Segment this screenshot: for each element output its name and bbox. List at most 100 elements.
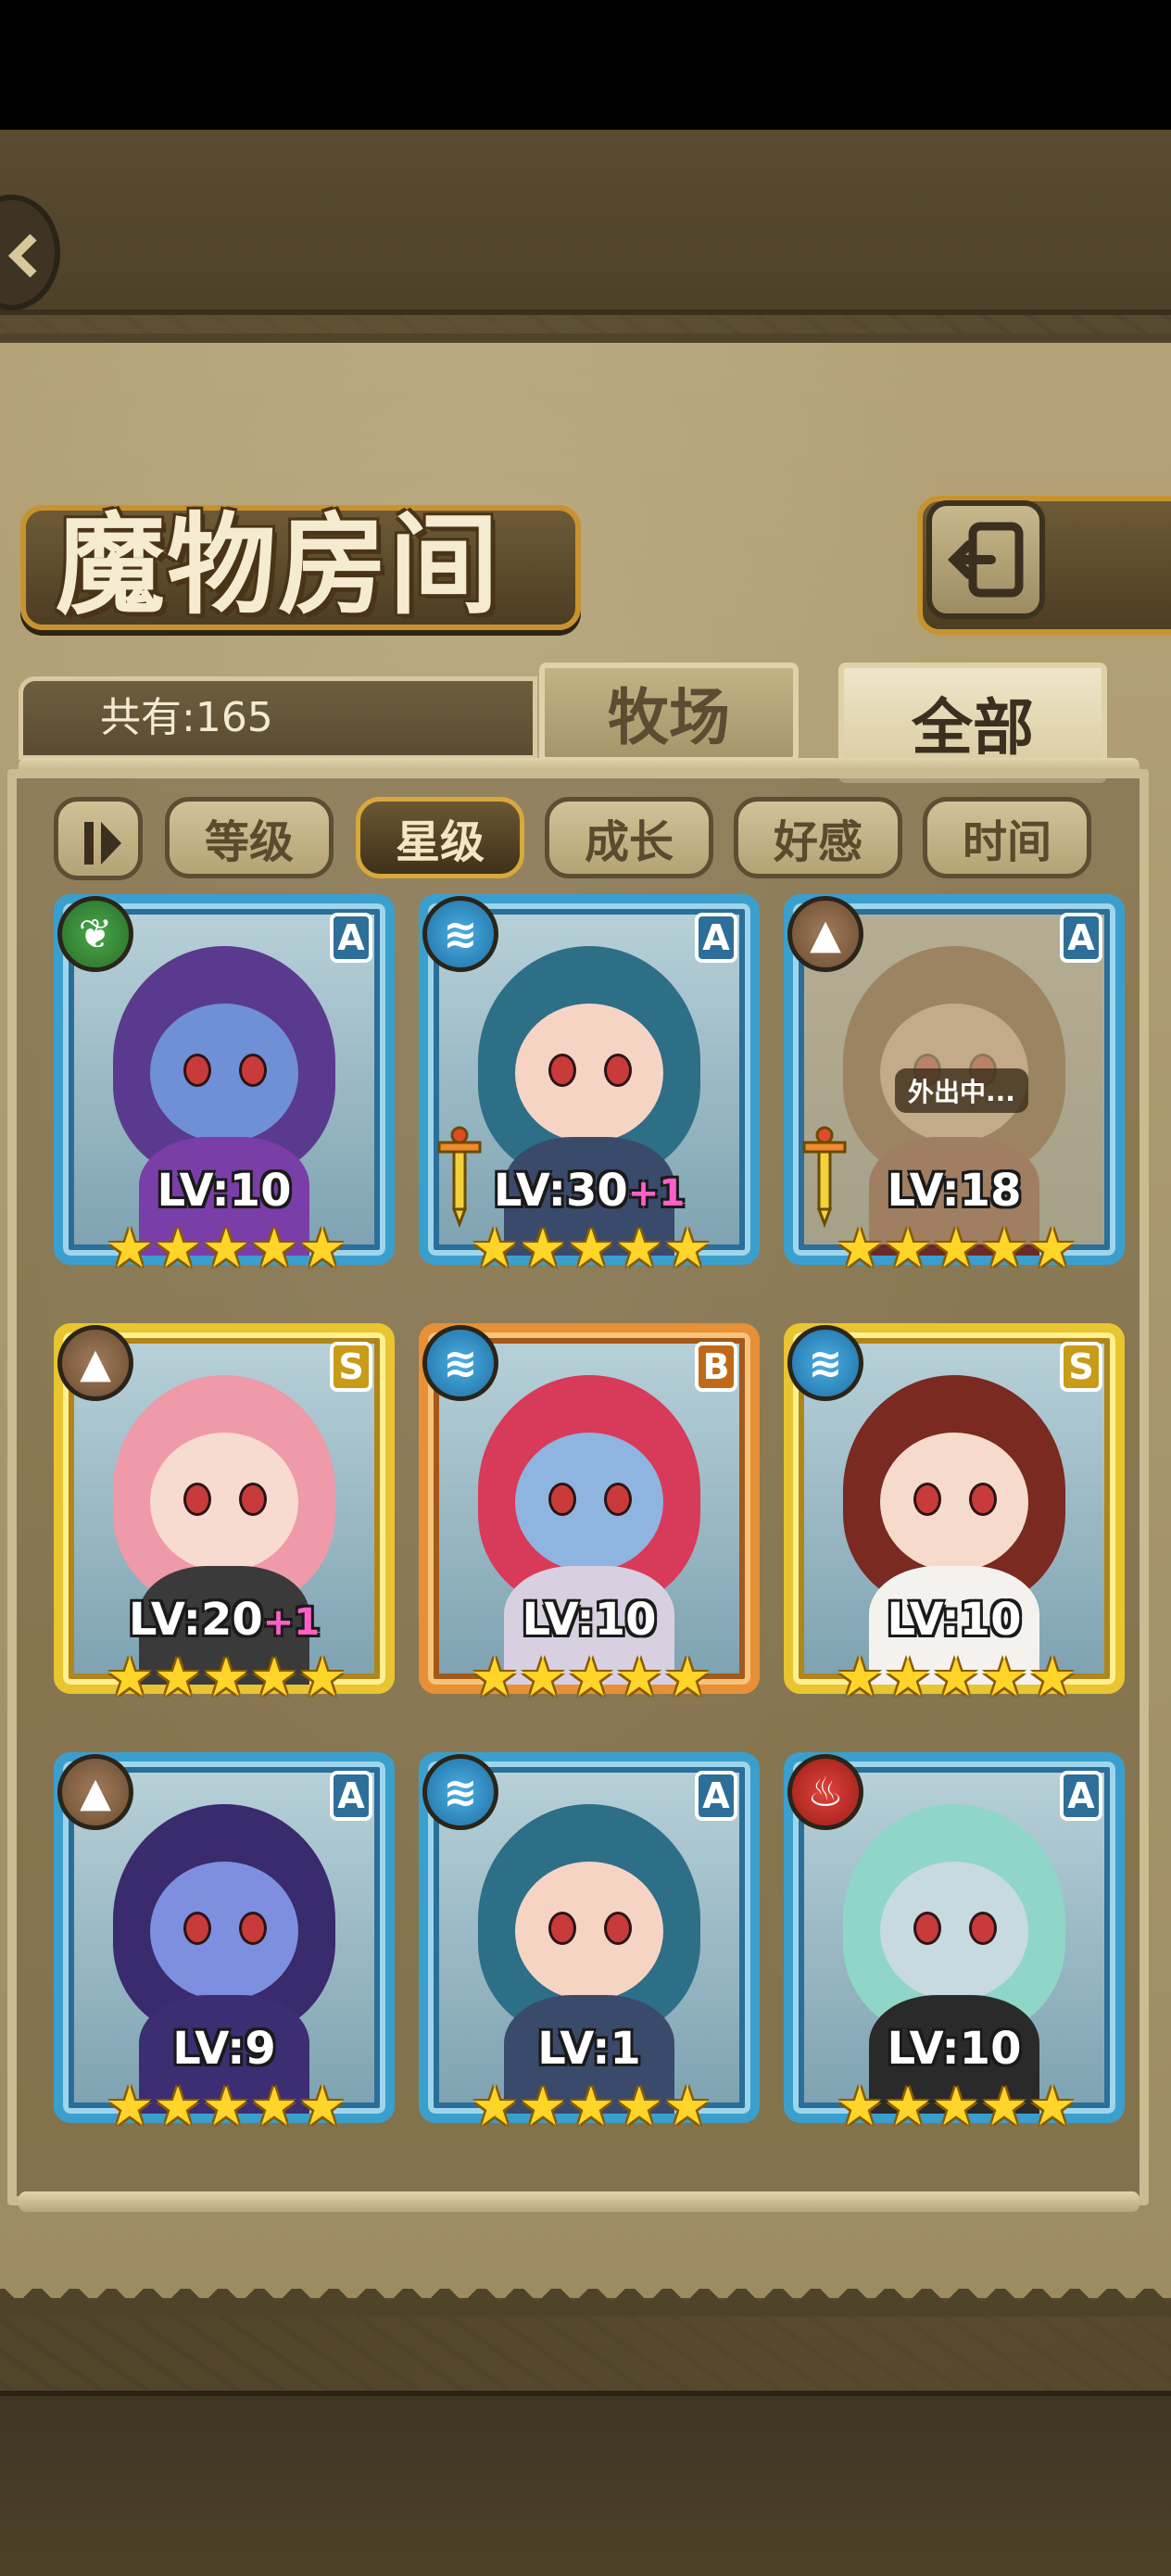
portrait-face <box>880 1862 1028 2001</box>
portrait-face <box>150 1862 298 2001</box>
level-bonus: +1 <box>262 1601 321 1644</box>
rank-badge: B <box>695 1342 737 1392</box>
portrait-eye <box>548 1912 576 1945</box>
sort-growth-button[interactable]: 成长 <box>545 797 713 878</box>
sort-time-button[interactable]: 时间 <box>923 797 1091 878</box>
level-value: LV:18 <box>887 1165 1022 1217</box>
sort-order-icon <box>84 822 121 865</box>
monster-card[interactable]: ❦ A LV:10 ★★★★★ <box>54 894 395 1293</box>
monster-card[interactable]: ≋ A LV:1 ★★★★★ <box>419 1752 760 2151</box>
portrait-eye <box>548 1483 576 1516</box>
away-status: 外出中... <box>895 1068 1028 1113</box>
monster-card[interactable]: ≋ B LV:10 ★★★★★ <box>419 1323 760 1722</box>
level-value: LV:20 <box>128 1594 263 1646</box>
star-rating: ★★★★★ <box>836 1646 1077 1709</box>
star-rating: ★★★★★ <box>106 1646 346 1709</box>
panel-zigzag-bottom <box>0 2289 1171 2317</box>
sort-affection-button[interactable]: 好感 <box>734 797 902 878</box>
sort-level-button[interactable]: 等级 <box>165 797 334 878</box>
portrait-eye <box>183 1912 211 1945</box>
portrait-eye <box>969 1912 997 1945</box>
monster-level: LV:10 <box>54 1165 395 1217</box>
page-title: 魔物房间 <box>56 501 501 629</box>
portrait-face <box>150 1004 298 1143</box>
monster-level: LV:30+1 <box>419 1165 760 1217</box>
rank-badge: A <box>330 1771 372 1821</box>
portrait-face <box>515 1004 663 1143</box>
portrait-face <box>515 1433 663 1572</box>
tab-farm[interactable]: 牧场 <box>539 663 799 763</box>
water-icon: ≋ <box>787 1325 863 1401</box>
portrait-eye <box>913 1912 941 1945</box>
bottom-dark-strip <box>0 2391 1171 2576</box>
monster-level: LV:10 <box>419 1594 760 1646</box>
rank-badge: A <box>1060 913 1102 963</box>
star-rating: ★★★★★ <box>471 1217 711 1280</box>
portrait-eye <box>239 1912 267 1945</box>
monster-level: LV:1 <box>419 2023 760 2075</box>
water-icon: ≋ <box>422 1754 498 1830</box>
level-value: LV:10 <box>887 1594 1022 1646</box>
portrait-eye <box>183 1483 211 1516</box>
level-value: LV:9 <box>172 2023 276 2075</box>
sort-order-toggle[interactable] <box>54 797 143 880</box>
exit-button[interactable] <box>926 500 1045 619</box>
level-value: LV:10 <box>157 1165 292 1217</box>
portrait-eye <box>604 1054 632 1087</box>
rank-badge: S <box>330 1342 372 1392</box>
monster-card[interactable]: ♨ A LV:10 ★★★★★ <box>784 1752 1125 2151</box>
rank-badge: A <box>330 913 372 963</box>
nature-icon: ❦ <box>57 896 133 972</box>
star-rating: ★★★★★ <box>106 1217 346 1280</box>
star-rating: ★★★★★ <box>836 1217 1077 1280</box>
earth-icon: ▲ <box>787 896 863 972</box>
portrait-face <box>515 1862 663 2001</box>
top-black-bar <box>0 0 1171 130</box>
level-value: LV:1 <box>537 2023 641 2075</box>
frame-rail-bottom <box>19 2191 1140 2212</box>
monster-count: 共有:165 <box>100 694 273 741</box>
portrait-eye <box>604 1912 632 1945</box>
earth-icon: ▲ <box>57 1754 133 1830</box>
monster-card[interactable]: ▲ S LV:20+1 ★★★★★ <box>54 1323 395 1722</box>
monster-card[interactable]: ▲ A LV:9 ★★★★★ <box>54 1752 395 2151</box>
level-bonus: +1 <box>627 1172 686 1215</box>
rank-badge: S <box>1060 1342 1102 1392</box>
portrait-eye <box>239 1483 267 1516</box>
portrait-eye <box>969 1483 997 1516</box>
star-rating: ★★★★★ <box>836 2075 1077 2138</box>
exit-icon <box>947 522 1024 598</box>
portrait-eye <box>913 1483 941 1516</box>
rank-badge: A <box>695 913 737 963</box>
level-value: LV:10 <box>522 1594 657 1646</box>
monster-level: LV:10 <box>784 2023 1125 2075</box>
portrait-eye <box>548 1054 576 1087</box>
monster-level: LV:9 <box>54 2023 395 2075</box>
portrait-eye <box>239 1054 267 1087</box>
level-value: LV:10 <box>887 2023 1022 2075</box>
rank-badge: A <box>1060 1771 1102 1821</box>
water-icon: ≋ <box>422 896 498 972</box>
monster-card[interactable]: 外出中... ▲ A LV:18 ★★★★★ <box>784 894 1125 1293</box>
monster-level: LV:18 <box>784 1165 1125 1217</box>
star-rating: ★★★★★ <box>106 2075 346 2138</box>
monster-level: LV:10 <box>784 1594 1125 1646</box>
earth-icon: ▲ <box>57 1325 133 1401</box>
portrait-face <box>880 1433 1028 1572</box>
return-arrow-icon <box>7 234 37 278</box>
portrait-face <box>150 1433 298 1572</box>
water-icon: ≋ <box>422 1325 498 1401</box>
star-rating: ★★★★★ <box>471 1646 711 1709</box>
sort-star-button[interactable]: 星级 <box>356 797 524 878</box>
level-value: LV:30 <box>493 1165 628 1217</box>
rank-badge: A <box>695 1771 737 1821</box>
star-rating: ★★★★★ <box>471 2075 711 2138</box>
count-bar <box>19 676 537 760</box>
portrait-eye <box>183 1054 211 1087</box>
monster-card[interactable]: ≋ S LV:10 ★★★★★ <box>784 1323 1125 1722</box>
fire-icon: ♨ <box>787 1754 863 1830</box>
monster-card[interactable]: ≋ A LV:30+1 ★★★★★ <box>419 894 760 1293</box>
portrait-eye <box>604 1483 632 1516</box>
top-header-strip <box>0 130 1171 315</box>
monster-level: LV:20+1 <box>54 1594 395 1646</box>
